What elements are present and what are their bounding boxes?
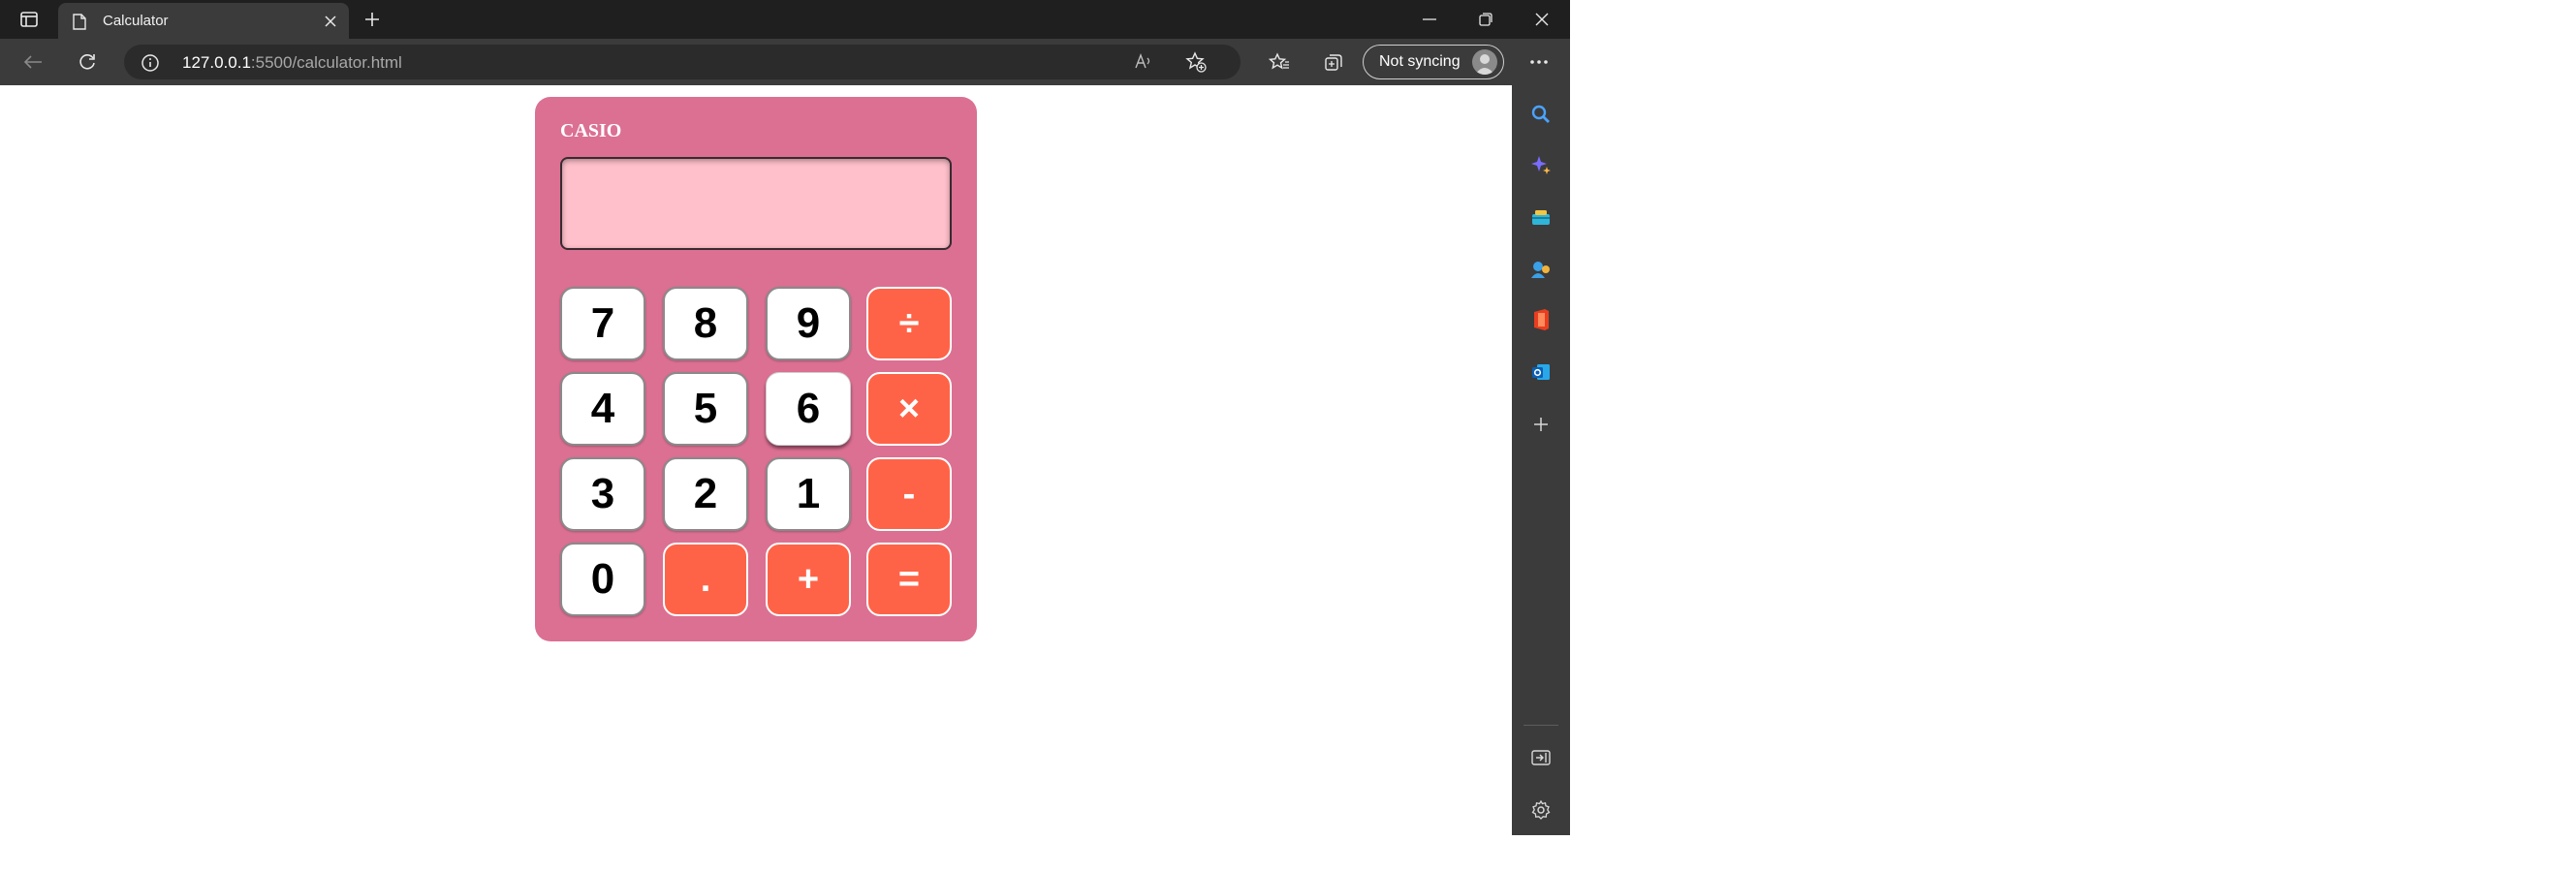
key-2[interactable]: 2 (663, 457, 748, 531)
calculator-display (560, 157, 952, 250)
url-host: 127.0.0.1 (182, 53, 251, 72)
page-content: CASIO 7 8 9 ÷ 4 5 6 × 3 2 1 - 0 . + = (0, 85, 1512, 835)
ellipsis-icon[interactable] (1522, 45, 1556, 79)
refresh-icon[interactable] (70, 45, 105, 79)
key-9[interactable]: 9 (766, 287, 851, 360)
key-5[interactable]: 5 (663, 372, 748, 446)
office-icon[interactable] (1525, 304, 1556, 335)
tab-actions-icon[interactable] (12, 8, 47, 31)
settings-gear-icon[interactable] (1525, 794, 1556, 825)
avatar (1472, 49, 1497, 75)
url-path: :5500/calculator.html (250, 53, 402, 72)
window-close-icon[interactable] (1514, 0, 1570, 39)
sidebar (1512, 85, 1570, 835)
key-divide[interactable]: ÷ (866, 287, 952, 360)
search-icon[interactable] (1525, 99, 1556, 130)
sync-button[interactable]: Not syncing (1363, 45, 1504, 79)
favorites-icon[interactable] (1262, 45, 1297, 79)
url-text[interactable]: 127.0.0.1:5500/calculator.html (182, 53, 402, 73)
calculator: CASIO 7 8 9 ÷ 4 5 6 × 3 2 1 - 0 . + = (535, 97, 977, 641)
key-3[interactable]: 3 (560, 457, 645, 531)
brand-label: CASIO (560, 120, 622, 141)
page-icon (72, 13, 87, 30)
key-6[interactable]: 6 (766, 372, 851, 446)
key-0[interactable]: 0 (560, 543, 645, 616)
shopping-icon[interactable] (1525, 202, 1556, 233)
collections-icon[interactable] (1316, 45, 1351, 79)
close-icon[interactable] (320, 11, 341, 32)
sync-label: Not syncing (1379, 53, 1461, 70)
browser-window: Calculator 127.0.0.1:5500/calculator.htm… (0, 0, 1570, 835)
hide-sidebar-icon[interactable] (1525, 742, 1556, 773)
tab-strip: Calculator (0, 0, 1570, 39)
add-icon[interactable] (1525, 409, 1556, 440)
key-subtract[interactable]: - (866, 457, 952, 531)
tab-title: Calculator (103, 13, 169, 29)
plus-icon[interactable] (359, 7, 386, 32)
read-aloud-icon[interactable] (1126, 45, 1161, 79)
sidebar-divider (1524, 725, 1558, 726)
add-favorite-icon[interactable] (1178, 45, 1213, 79)
key-4[interactable]: 4 (560, 372, 645, 446)
active-tab[interactable]: Calculator (58, 3, 349, 39)
copilot-icon[interactable] (1525, 149, 1556, 180)
info-icon[interactable] (140, 52, 161, 74)
key-1[interactable]: 1 (766, 457, 851, 531)
key-decimal[interactable]: . (663, 543, 748, 616)
address-toolbar: 127.0.0.1:5500/calculator.html Not synci… (0, 39, 1570, 85)
games-icon[interactable] (1525, 254, 1556, 285)
outlook-icon[interactable] (1525, 357, 1556, 388)
back-arrow-icon[interactable] (16, 45, 50, 79)
restore-icon[interactable] (1458, 0, 1514, 39)
key-8[interactable]: 8 (663, 287, 748, 360)
key-7[interactable]: 7 (560, 287, 645, 360)
key-equals[interactable]: = (866, 543, 952, 616)
key-add[interactable]: + (766, 543, 851, 616)
address-bar[interactable]: 127.0.0.1:5500/calculator.html (124, 45, 1241, 79)
minimize-icon[interactable] (1401, 0, 1458, 39)
key-multiply[interactable]: × (866, 372, 952, 446)
